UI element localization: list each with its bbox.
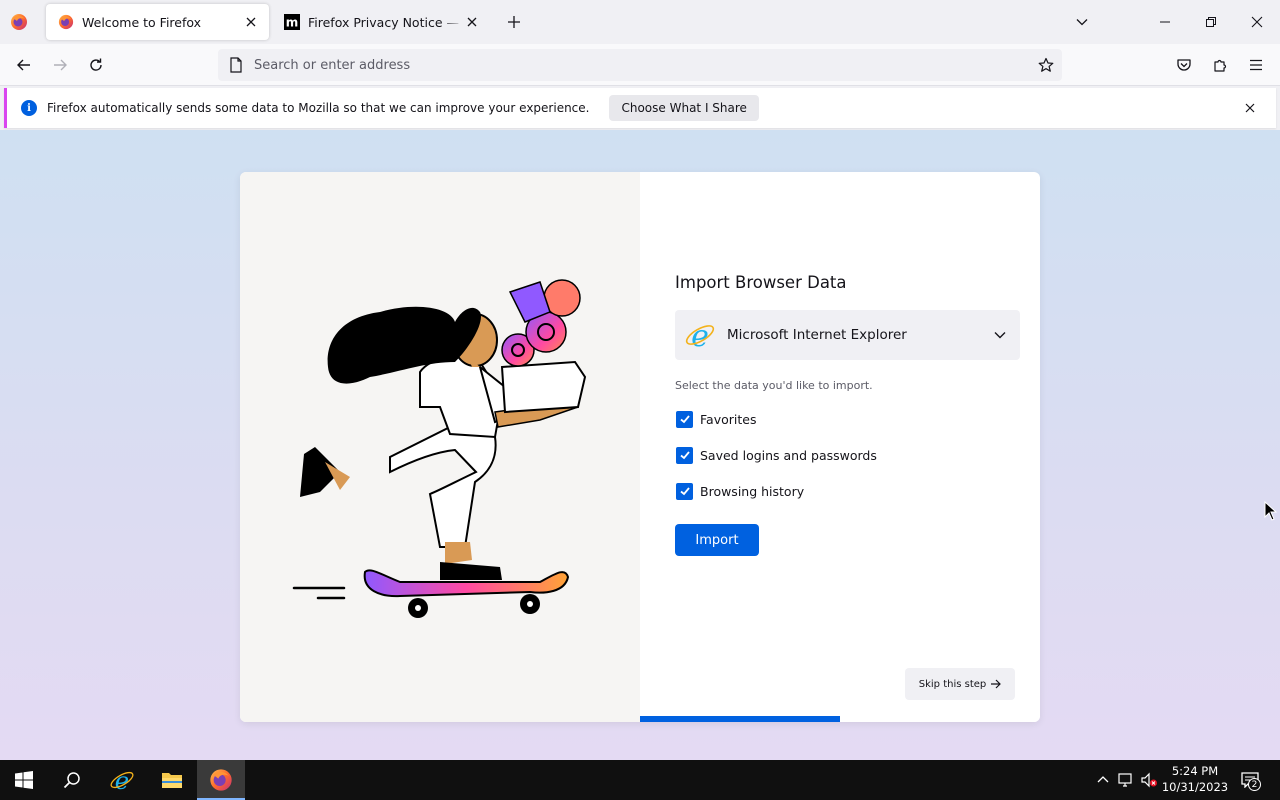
new-tab-button[interactable] [504,12,524,32]
extensions-button[interactable] [1208,53,1232,77]
restore-icon [1206,17,1216,27]
action-center-button[interactable]: 2 [1236,766,1264,794]
svg-text:e: e [115,767,129,793]
notification-count-badge: 2 [1248,778,1261,791]
back-button[interactable] [12,53,36,77]
address-input[interactable] [254,57,1062,73]
plus-icon [508,16,520,28]
navigation-toolbar [0,44,1280,86]
firefox-icon [11,14,27,30]
skip-label: Skip this step [918,678,987,690]
tab-strip: Welcome to Firefox m Firefox Privacy Not… [0,0,1280,44]
select-data-hint: Select the data you'd like to import. [675,379,873,392]
browsing-history-option[interactable]: Browsing history [675,481,804,501]
favorites-option[interactable]: Favorites [675,409,756,429]
system-clock[interactable]: 5:24 PM 10/31/2023 [1156,763,1234,797]
chevron-down-icon [1076,19,1088,26]
forward-arrow-icon [54,59,67,71]
option-label: Saved logins and passwords [700,447,877,463]
mozilla-m-icon: m [284,14,300,30]
pocket-icon [1177,59,1191,71]
reload-button[interactable] [84,53,108,77]
start-button[interactable] [0,760,48,800]
saved-logins-option[interactable]: Saved logins and passwords [675,445,877,465]
close-tab-icon[interactable] [464,14,480,30]
option-label: Favorites [700,411,757,427]
firefox-icon [58,14,74,30]
minimize-icon [1160,21,1170,23]
tab-firefox-privacy-notice[interactable]: m Firefox Privacy Notice — Mozilla [272,4,490,40]
firefox-taskbar-button[interactable] [197,760,245,800]
minimize-button[interactable] [1153,10,1177,34]
page-icon [228,57,244,73]
close-notification-icon[interactable] [1242,100,1258,116]
restore-button[interactable] [1199,10,1223,34]
internet-explorer-icon: e [683,318,717,352]
chevron-down-icon [992,327,1008,343]
tab-title: Firefox Privacy Notice — Mozilla [308,14,464,30]
import-card: Import Browser Data e Microsoft Internet… [240,172,1040,722]
browser-select-dropdown[interactable]: e Microsoft Internet Explorer [675,310,1020,360]
folder-icon [162,773,182,788]
close-window-button[interactable] [1245,10,1269,34]
page-content: Import Browser Data e Microsoft Internet… [0,130,1280,760]
url-bar[interactable] [218,49,1062,81]
import-button[interactable]: Import [675,524,759,556]
show-hidden-icons-chevron[interactable] [1094,770,1112,790]
back-arrow-icon [17,59,30,71]
internet-explorer-taskbar-button[interactable]: e [98,760,146,800]
tab-title: Welcome to Firefox [82,14,202,30]
onboarding-progress [640,716,1040,722]
clock-date: 10/31/2023 [1161,780,1229,794]
list-all-tabs-button[interactable] [1072,12,1092,32]
close-icon [1251,16,1263,28]
checkbox-checked[interactable] [676,482,693,500]
puzzle-icon [1214,59,1227,72]
internet-explorer-icon: e [110,767,134,793]
skip-step-button[interactable]: Skip this step [905,668,1015,700]
progress-fill [640,716,840,722]
notification-message: Firefox automatically sends some data to… [47,101,590,115]
info-icon: i [21,100,37,116]
firefox-icon [210,769,232,791]
skateboarder-illustration [240,172,640,722]
tab-welcome-to-firefox[interactable]: Welcome to Firefox [46,4,269,40]
network-icon[interactable] [1117,770,1135,790]
file-explorer-taskbar-button[interactable] [148,760,196,800]
firefox-view-button[interactable] [8,11,30,33]
choose-what-i-share-button[interactable]: Choose What I Share [609,95,759,121]
windows-logo-icon [15,771,33,789]
reload-icon [90,58,102,71]
close-tab-icon[interactable] [243,14,259,30]
bookmark-star-icon[interactable] [1036,55,1056,75]
checkbox-checked[interactable] [676,446,693,464]
arrow-right-icon [990,679,1002,689]
import-title: Import Browser Data [675,273,847,292]
windows-taskbar: e 5:24 PM 10/31/2023 2 [0,760,1280,800]
search-icon [63,772,80,789]
forward-button[interactable] [48,53,72,77]
option-label: Browsing history [700,483,805,499]
svg-text:e: e [691,319,709,351]
pocket-button[interactable] [1172,53,1196,77]
mouse-cursor-icon [1264,501,1278,521]
clock-time: 5:24 PM [1171,764,1219,778]
search-button[interactable] [48,760,96,800]
selected-browser-label: Microsoft Internet Explorer [727,327,907,343]
app-menu-button[interactable] [1244,53,1268,77]
data-notification-bar: i Firefox automatically sends some data … [4,88,1276,128]
import-panel: Import Browser Data e Microsoft Internet… [675,172,1020,722]
svg-text:m: m [286,16,299,30]
hamburger-menu-icon [1250,59,1262,71]
checkbox-checked[interactable] [676,410,693,428]
